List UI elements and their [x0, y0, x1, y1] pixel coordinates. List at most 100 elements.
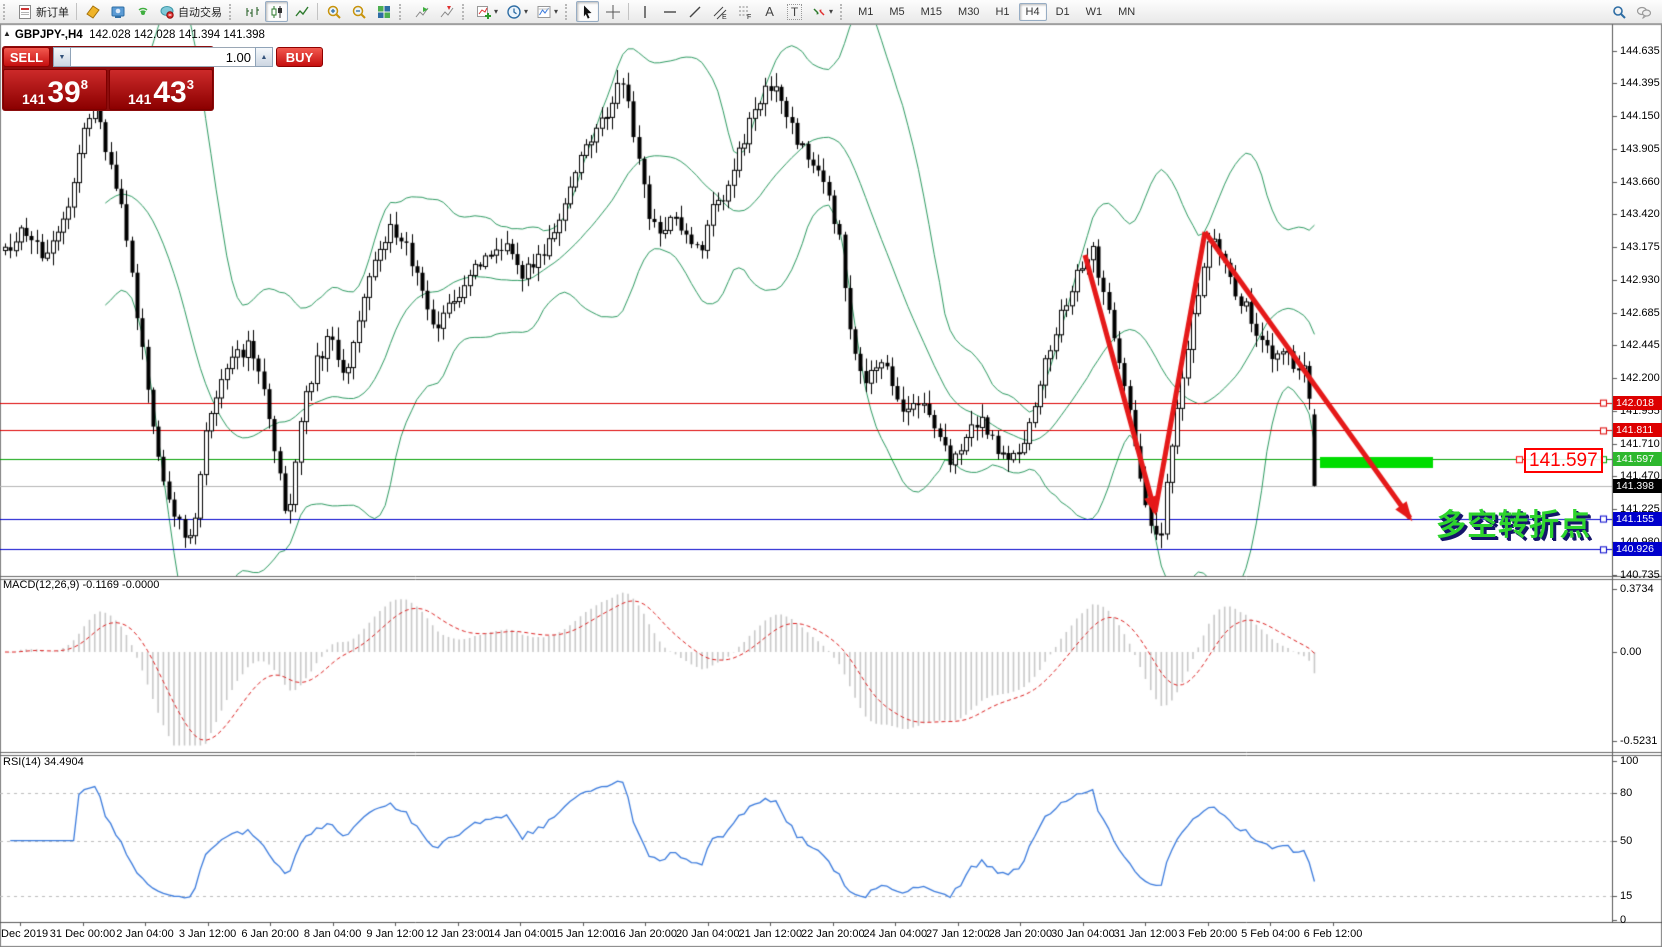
time-axis-label: 22 Jan 20:00	[801, 928, 865, 940]
line-chart-icon	[294, 4, 310, 20]
auto-scroll-button[interactable]	[410, 1, 433, 22]
label-tool-button[interactable]: T	[783, 1, 806, 22]
price-badge-141.811: 141.811	[1613, 423, 1662, 437]
text-tool-button[interactable]: A	[758, 1, 781, 22]
candlestick-chart-icon	[269, 4, 285, 20]
chart-shift-icon	[439, 4, 455, 20]
toolbar-grip	[399, 4, 406, 20]
new-order-icon	[17, 4, 33, 20]
time-axis-label: 15 Jan 12:00	[551, 928, 615, 940]
ohlc-values: 142.028 142.028 141.394 141.398	[89, 29, 265, 41]
timeframe-h1-button[interactable]: H1	[988, 3, 1016, 21]
bars-chart-button[interactable]	[240, 1, 263, 22]
line-chart-button[interactable]	[290, 1, 313, 22]
candlestick-chart-button[interactable]	[265, 1, 288, 22]
timeframe-m5-button[interactable]: M5	[882, 3, 911, 21]
equidistant-channel-button[interactable]: E	[708, 1, 731, 22]
price-axis-tick: 140.735	[1620, 569, 1660, 581]
timeframe-mn-button[interactable]: MN	[1111, 3, 1142, 21]
buy-price-prefix: 141	[128, 91, 151, 107]
sell-button[interactable]: SELL	[3, 47, 50, 67]
periodicity-button[interactable]: ▾	[503, 1, 531, 22]
svg-text:F: F	[747, 14, 751, 20]
templates-button[interactable]: ▾	[533, 1, 561, 22]
vps-button[interactable]	[131, 1, 154, 22]
auto-trading-label: 自动交易	[178, 4, 222, 20]
market-icon	[85, 4, 101, 20]
search-icon	[1611, 4, 1627, 20]
symbol-title: GBPJPY-,H4	[15, 29, 83, 41]
price-axis-tick: 142.685	[1620, 307, 1660, 319]
toolbar-separator	[317, 3, 318, 20]
time-axis-label: 30 Jan 04:00	[1051, 928, 1115, 940]
time-axis-label: 6 Feb 12:00	[1304, 928, 1363, 940]
price-callout-box[interactable]: 141.597	[1524, 448, 1603, 473]
vertical-line-button[interactable]	[633, 1, 656, 22]
fibonacci-button[interactable]: F	[733, 1, 756, 22]
sell-price-tile[interactable]: 141 39 8	[3, 69, 107, 110]
time-axis-label: 7 Dec 2019	[0, 928, 48, 940]
volume-up-button[interactable]: ▲	[255, 47, 273, 67]
cursor-button[interactable]	[576, 1, 599, 22]
timeframe-m30-button[interactable]: M30	[951, 3, 986, 21]
rsi-label: RSI(14)	[3, 756, 41, 768]
toolbar-grip	[565, 4, 572, 20]
timeframe-m15-button[interactable]: M15	[914, 3, 949, 21]
chat-button[interactable]	[1632, 1, 1655, 22]
timeframe-d1-button[interactable]: D1	[1049, 3, 1077, 21]
macd-pane-label: MACD(12,26,9) -0.1169 -0.0000	[3, 579, 159, 591]
crosshair-button[interactable]	[601, 1, 624, 22]
signals-icon	[110, 4, 126, 20]
time-axis-label: 24 Jan 04:00	[864, 928, 928, 940]
volume-down-button[interactable]: ▼	[53, 47, 71, 67]
new-order-button[interactable]: 新订单	[14, 1, 72, 22]
bars-chart-icon	[244, 4, 260, 20]
price-axis-tick: 143.660	[1620, 176, 1660, 188]
zoom-out-icon	[351, 4, 367, 20]
signals-button[interactable]	[106, 1, 129, 22]
trendline-button[interactable]	[683, 1, 706, 22]
auto-trading-button[interactable]: 自动交易	[156, 1, 225, 22]
shapes-icon	[811, 4, 827, 20]
sell-price-prefix: 141	[22, 91, 45, 107]
tile-windows-button[interactable]	[372, 1, 395, 22]
volume-input[interactable]	[71, 47, 255, 67]
periodicity-icon	[506, 4, 522, 20]
trendline-icon	[687, 4, 703, 20]
chart-canvas[interactable]	[0, 0, 1662, 947]
timeframe-w1-button[interactable]: W1	[1079, 3, 1110, 21]
new-order-label: 新订单	[36, 4, 69, 20]
toolbar-separator	[628, 3, 629, 20]
zoom-in-icon	[326, 4, 342, 20]
rsi-axis-tick: 15	[1620, 890, 1632, 902]
timeframe-h4-button[interactable]: H4	[1019, 3, 1047, 21]
zoom-out-button[interactable]	[347, 1, 370, 22]
shapes-button[interactable]: ▾	[808, 1, 836, 22]
macd-axis-tick: -0.5231	[1620, 735, 1657, 747]
collapse-panel-icon[interactable]: ▲	[3, 29, 11, 38]
price-axis-tick: 142.445	[1620, 339, 1660, 351]
price-axis-tick: 141.710	[1620, 438, 1660, 450]
horizontal-line-icon	[662, 4, 678, 20]
rsi-axis-tick: 50	[1620, 835, 1632, 847]
rsi-axis-tick: 0	[1620, 914, 1626, 926]
rsi-pane-label: RSI(14) 34.4904	[3, 756, 84, 768]
price-badge-141.398: 141.398	[1613, 479, 1662, 493]
buy-price-tile[interactable]: 141 43 3	[109, 69, 213, 110]
time-axis-label: 31 Dec 00:00	[50, 928, 115, 940]
toolbar: 新订单 自动交易	[0, 0, 1662, 24]
horizontal-line-button[interactable]	[658, 1, 681, 22]
zoom-in-button[interactable]	[322, 1, 345, 22]
price-badge-141.597: 141.597	[1613, 452, 1662, 466]
indicators-button[interactable]: ▾	[473, 1, 501, 22]
time-axis-label: 12 Jan 23:00	[426, 928, 490, 940]
templates-icon	[536, 4, 552, 20]
macd-label: MACD(12,26,9)	[3, 579, 79, 591]
chart-shift-button[interactable]	[435, 1, 458, 22]
periodicity-caret-icon: ▾	[524, 7, 528, 16]
chinese-note-text[interactable]: 多空转折点	[1436, 500, 1591, 544]
buy-button[interactable]: BUY	[276, 47, 323, 67]
market-button[interactable]	[81, 1, 104, 22]
timeframe-m1-button[interactable]: M1	[851, 3, 880, 21]
search-button[interactable]	[1607, 1, 1630, 22]
